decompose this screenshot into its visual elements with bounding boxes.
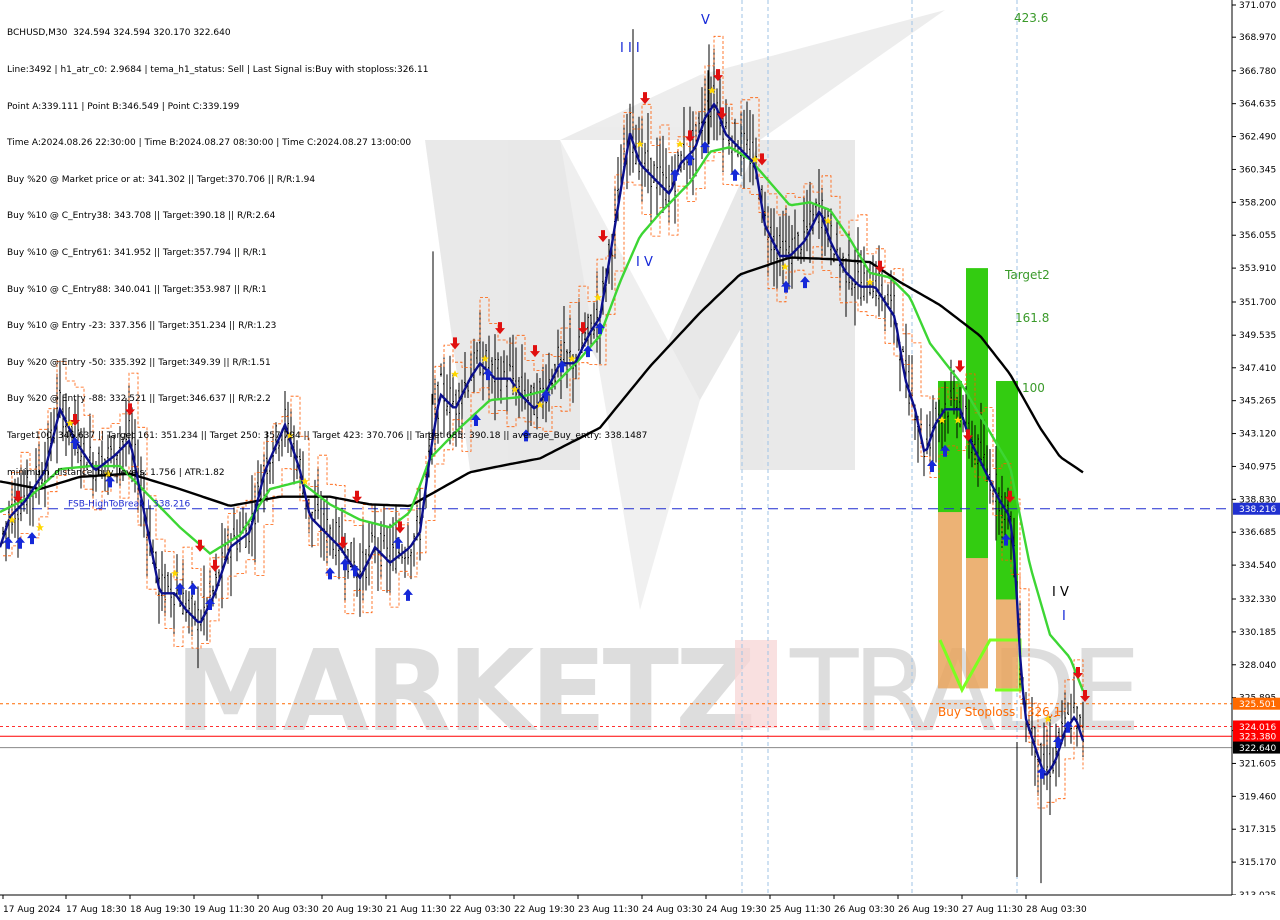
y-tick-label: 351.700 (1239, 298, 1276, 308)
info-line: Buy %20 @ Entry -50: 335.392 || Target:3… (7, 357, 271, 368)
info-line: minimum_distance_buy_levels: 1.756 | ATR… (7, 467, 225, 478)
x-tick-label: 18 Aug 19:30 (130, 905, 191, 915)
y-tick-label: 319.460 (1239, 792, 1276, 802)
y-tick-label: 349.535 (1239, 331, 1276, 341)
info-line: Buy %10 @ Entry -23: 337.356 || Target:3… (7, 321, 277, 332)
price-label: 322.640 (1239, 744, 1276, 754)
x-tick-label: 25 Aug 11:30 (770, 905, 831, 915)
y-tick-label: 317.315 (1239, 825, 1276, 835)
indicator-info-panel: BCHUSD,M30 324.594 324.594 320.170 322.6… (7, 3, 647, 503)
y-tick-label: 328.040 (1239, 661, 1276, 671)
fib-label: 161.8 (1015, 311, 1049, 325)
wave-label: I V (1052, 585, 1069, 600)
info-line: Buy %10 @ C_Entry88: 340.041 || Target:3… (7, 284, 267, 295)
x-tick-label: 22 Aug 19:30 (514, 905, 575, 915)
y-tick-label: 334.540 (1239, 561, 1276, 571)
y-tick-label: 362.490 (1239, 133, 1276, 143)
info-line: Line:3492 | h1_atr_c0: 2.9684 | tema_h1_… (7, 65, 429, 75)
x-tick-label: 26 Aug 03:30 (834, 905, 895, 915)
y-tick-label: 347.410 (1239, 364, 1276, 374)
symbol-line: BCHUSD,M30 324.594 324.594 320.170 322.6… (7, 28, 231, 39)
y-tick-label: 332.330 (1239, 595, 1276, 605)
stoploss-label: Buy Stoploss | 326.1 (938, 705, 1061, 719)
info-line: Target100: 346.637 || Target 161: 351.23… (7, 430, 648, 441)
x-tick-label: 19 Aug 11:30 (194, 905, 255, 915)
y-tick-label: 368.970 (1239, 33, 1276, 43)
y-tick-label: 364.635 (1239, 100, 1276, 110)
fib-label: 423.6 (1014, 11, 1048, 25)
x-tick-label: 26 Aug 19:30 (898, 905, 959, 915)
y-tick-label: 366.780 (1239, 67, 1276, 77)
price-label: 338.216 (1239, 505, 1276, 515)
x-tick-label: 17 Aug 18:30 (66, 905, 127, 915)
info-line: Buy %10 @ C_Entry38: 343.708 || Target:3… (7, 211, 276, 222)
y-tick-label: 336.685 (1239, 528, 1276, 538)
x-tick-label: 21 Aug 11:30 (386, 905, 447, 915)
y-tick-label: 330.185 (1239, 628, 1276, 638)
watermark-word: MARKETZ (175, 627, 752, 757)
y-tick-label: 340.975 (1239, 462, 1276, 472)
price-label: 325.501 (1239, 700, 1276, 710)
target-label: Target2 (1004, 268, 1050, 282)
y-tick-label: 321.605 (1239, 759, 1276, 769)
info-line: Buy %20 @ Market price or at: 341.302 ||… (7, 174, 316, 185)
x-tick-label: 22 Aug 03:30 (450, 905, 511, 915)
watermark-text: MARKETZ TRADE (175, 627, 1141, 757)
time-axis-bg (0, 895, 1280, 920)
wave-label: V (701, 13, 710, 28)
y-tick-label: 345.265 (1239, 397, 1276, 407)
x-tick-label: 24 Aug 19:30 (706, 905, 767, 915)
y-tick-label: 315.170 (1239, 858, 1276, 868)
x-tick-label: 23 Aug 11:30 (578, 905, 639, 915)
info-line: Point A:339.111 | Point B:346.549 | Poin… (7, 101, 240, 112)
x-tick-label: 20 Aug 19:30 (322, 905, 383, 915)
x-tick-label: 27 Aug 11:30 (962, 905, 1023, 915)
x-tick-label: 17 Aug 2024 (3, 905, 61, 915)
y-tick-label: 353.910 (1239, 264, 1276, 274)
price-label: 323.380 (1239, 733, 1276, 743)
fib-label: 100 (1022, 381, 1045, 395)
info-line: Buy %10 @ C_Entry61: 341.952 || Target:3… (7, 247, 267, 258)
x-tick-label: 28 Aug 03:30 (1026, 905, 1087, 915)
info-line: Buy %20 @ Entry -88: 332.521 || Target:3… (7, 394, 271, 405)
x-tick-label: 20 Aug 03:30 (258, 905, 319, 915)
info-line: Time A:2024.08.26 22:30:00 | Time B:2024… (7, 138, 412, 149)
y-tick-label: 371.070 (1239, 1, 1276, 11)
y-tick-label: 358.200 (1239, 198, 1276, 208)
y-tick-label: 343.120 (1239, 430, 1276, 440)
y-tick-label: 360.345 (1239, 165, 1276, 175)
x-tick-label: 24 Aug 03:30 (642, 905, 703, 915)
y-tick-label: 356.055 (1239, 231, 1276, 241)
wave-label: I (1062, 609, 1066, 624)
watermark-bar (735, 640, 777, 728)
chart-root: MARKETZ TRADE FSB-HighToBreak | 338.216 423… (0, 0, 1280, 920)
